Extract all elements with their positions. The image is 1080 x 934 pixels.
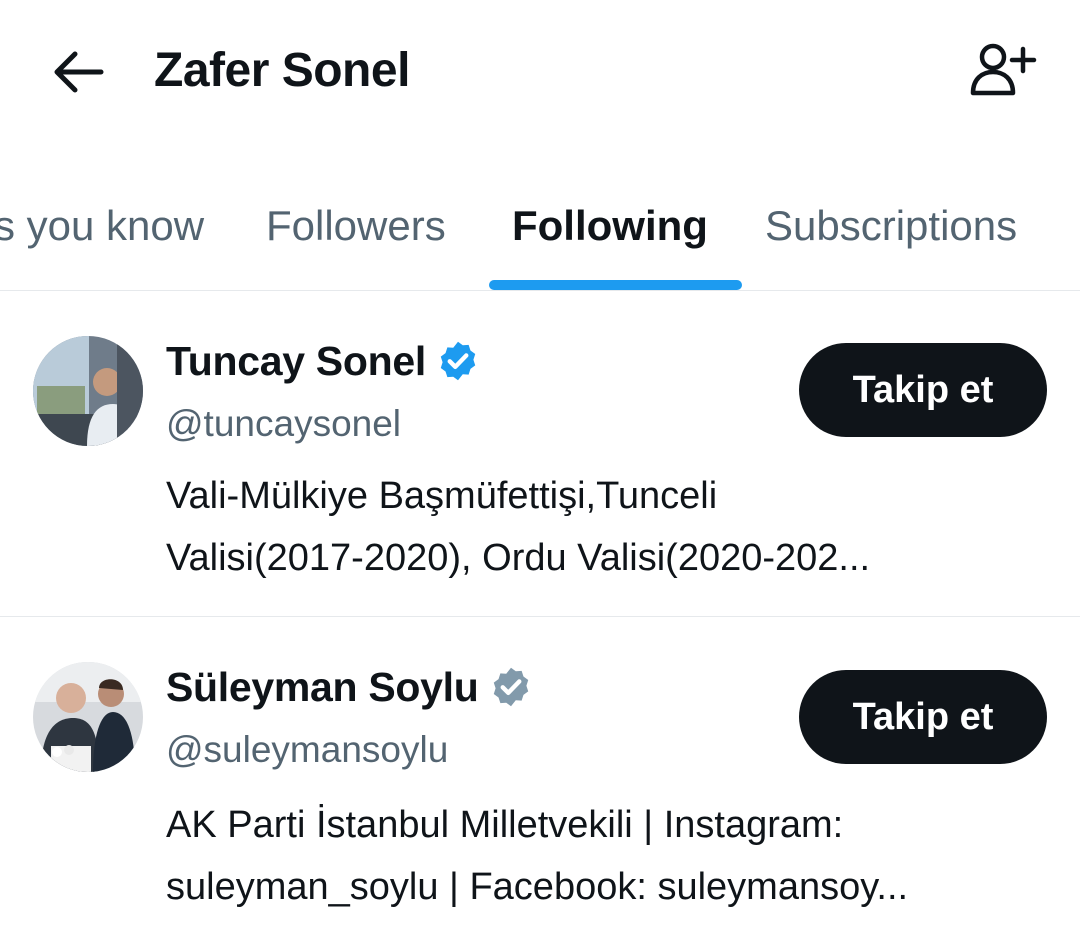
bio-line: suleyman_soylu | Facebook: suleymansoy..… bbox=[166, 866, 909, 908]
user-list-item[interactable]: Süleyman Soylu @suleymansoylu AK Parti İ… bbox=[0, 617, 1080, 934]
tab-bar: s you know Followers Following Subscript… bbox=[0, 176, 1080, 291]
follow-button[interactable]: Takip et bbox=[799, 670, 1047, 764]
user-handle: @tuncaysonel bbox=[166, 403, 402, 444]
follow-button[interactable]: Takip et bbox=[799, 343, 1047, 437]
user-bio: Vali-Mülkiye Başmüfettişi,Tunceli Valisi… bbox=[166, 465, 1046, 589]
bio-line: AK Parti İstanbul Milletvekili | Instagr… bbox=[166, 804, 844, 846]
avatar[interactable] bbox=[33, 336, 143, 446]
add-user-icon bbox=[970, 43, 1037, 96]
bio-line: Valisi(2017-2020), Ordu Valisi(2020-202.… bbox=[166, 537, 871, 579]
page-title: Zafer Sonel bbox=[154, 44, 410, 97]
user-bio: AK Parti İstanbul Milletvekili | Instagr… bbox=[166, 794, 1046, 918]
user-handle: @suleymansoylu bbox=[166, 729, 449, 770]
user-name[interactable]: Tuncay Sonel bbox=[166, 335, 426, 387]
tab-followers[interactable]: Followers bbox=[266, 198, 446, 254]
user-name-row: Süleyman Soylu bbox=[166, 661, 533, 713]
verified-badge-icon bbox=[436, 339, 480, 383]
tab-subscriptions[interactable]: Subscriptions bbox=[765, 198, 1017, 254]
top-app-bar: Zafer Sonel bbox=[0, 0, 1080, 150]
active-tab-indicator bbox=[489, 280, 742, 290]
back-button[interactable] bbox=[48, 44, 108, 100]
user-list-item[interactable]: Tuncay Sonel @tuncaysonel Vali-Mülkiye B… bbox=[0, 291, 1080, 617]
avatar[interactable] bbox=[33, 662, 143, 772]
bio-line: Vali-Mülkiye Başmüfettişi,Tunceli bbox=[166, 475, 718, 517]
tab-people-you-know[interactable]: s you know bbox=[0, 198, 204, 254]
add-user-button[interactable] bbox=[966, 38, 1042, 102]
user-name[interactable]: Süleyman Soylu bbox=[166, 661, 479, 713]
user-name-row: Tuncay Sonel bbox=[166, 335, 480, 387]
verified-badge-icon bbox=[489, 665, 533, 709]
arrow-left-icon bbox=[54, 51, 104, 93]
tab-following[interactable]: Following bbox=[512, 198, 708, 254]
